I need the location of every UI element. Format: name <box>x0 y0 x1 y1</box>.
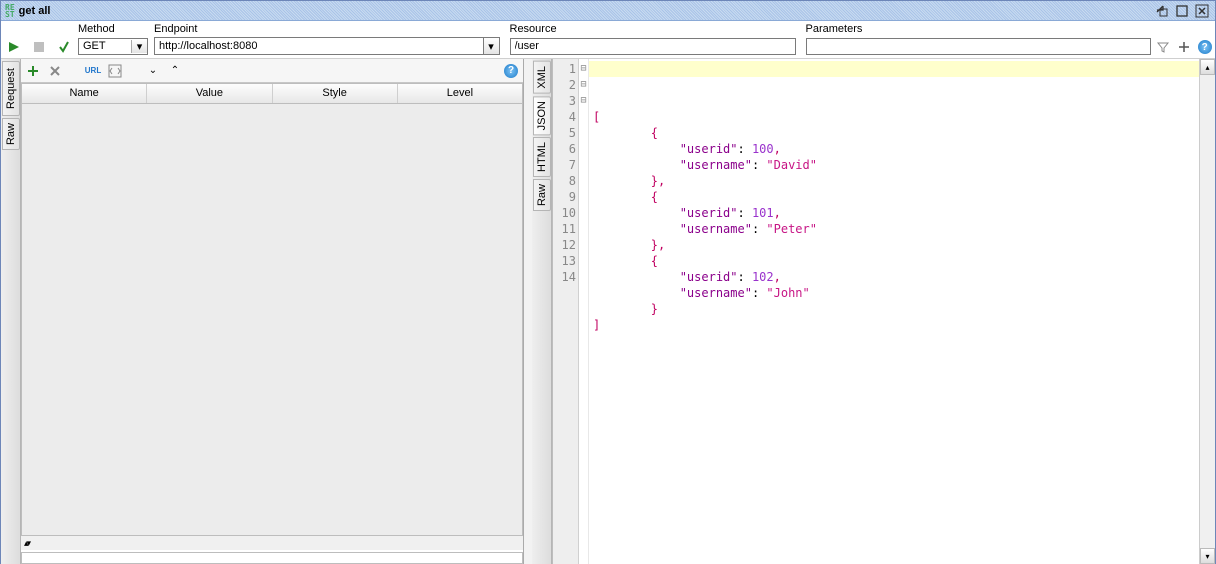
collapse-icon[interactable]: ⌄ <box>145 63 161 79</box>
request-panel: URL ⌄ ⌃ ? Name Value Style Level ▴▾ <box>21 59 524 564</box>
fold-column[interactable]: ⊟⊟⊟ <box>579 59 589 564</box>
xml-icon[interactable] <box>107 63 123 79</box>
rest-icon: REST <box>5 4 15 18</box>
help-icon[interactable]: ? <box>1197 39 1213 55</box>
assert-icon[interactable] <box>56 39 72 55</box>
url-icon[interactable]: URL <box>85 63 101 79</box>
remove-param-icon[interactable] <box>47 63 63 79</box>
splitter[interactable] <box>524 59 532 564</box>
resource-label: Resource <box>510 23 796 38</box>
close-icon[interactable] <box>1193 3 1211 19</box>
panel-help-icon[interactable]: ? <box>503 63 519 79</box>
panel-resize-handle[interactable]: ▴▾ <box>21 536 523 550</box>
col-style[interactable]: Style <box>273 84 398 103</box>
tab-html[interactable]: HTML <box>533 137 551 177</box>
resource-input[interactable] <box>510 38 796 55</box>
method-select[interactable]: GET ▾ <box>78 38 148 55</box>
response-panel: 1234567891011121314 ⊟⊟⊟ [ { "userid": 10… <box>552 59 1215 564</box>
run-icon[interactable] <box>6 39 22 55</box>
stop-icon[interactable] <box>31 39 47 55</box>
col-level[interactable]: Level <box>398 84 522 103</box>
col-name[interactable]: Name <box>22 84 147 103</box>
chevron-down-icon[interactable]: ▾ <box>131 40 147 53</box>
tab-json[interactable]: JSON <box>533 96 551 135</box>
params-table[interactable]: Name Value Style Level <box>21 83 523 536</box>
response-side-tabs: XML JSON HTML Raw <box>532 59 552 564</box>
dock-out-icon[interactable] <box>1153 3 1171 19</box>
response-code[interactable]: [ { "userid": 100, "username": "David" }… <box>589 59 1199 564</box>
filter-icon[interactable] <box>1155 39 1171 55</box>
current-line-highlight <box>589 61 1199 77</box>
method-label: Method <box>78 23 150 38</box>
endpoint-input[interactable] <box>154 37 484 55</box>
col-value[interactable]: Value <box>147 84 272 103</box>
endpoint-label: Endpoint <box>154 23 500 37</box>
endpoint-dropdown-icon[interactable]: ▾ <box>484 37 500 55</box>
request-toolbar: Method GET ▾ Endpoint ▾ Resource Paramet… <box>1 21 1215 59</box>
parameters-label: Parameters <box>806 23 1152 38</box>
request-side-tabs: Request Raw <box>1 59 21 564</box>
add-param-icon[interactable] <box>25 63 41 79</box>
add-icon[interactable] <box>1176 39 1192 55</box>
vertical-scrollbar[interactable]: ▴ ▾ <box>1199 59 1215 564</box>
tab-request[interactable]: Request <box>2 61 20 116</box>
tab-raw-request[interactable]: Raw <box>2 118 20 150</box>
maximize-icon[interactable] <box>1173 3 1191 19</box>
parameters-input[interactable] <box>806 38 1152 55</box>
tab-raw-response[interactable]: Raw <box>533 179 551 211</box>
scroll-down-icon[interactable]: ▾ <box>1200 548 1215 564</box>
expand-icon[interactable]: ⌃ <box>167 63 183 79</box>
window-title: get all <box>19 5 51 17</box>
tab-xml[interactable]: XML <box>533 61 551 94</box>
scroll-up-icon[interactable]: ▴ <box>1200 59 1215 75</box>
line-gutter: 1234567891011121314 <box>553 59 579 564</box>
request-info-bar <box>21 552 523 564</box>
window-titlebar: REST get all <box>1 1 1215 21</box>
